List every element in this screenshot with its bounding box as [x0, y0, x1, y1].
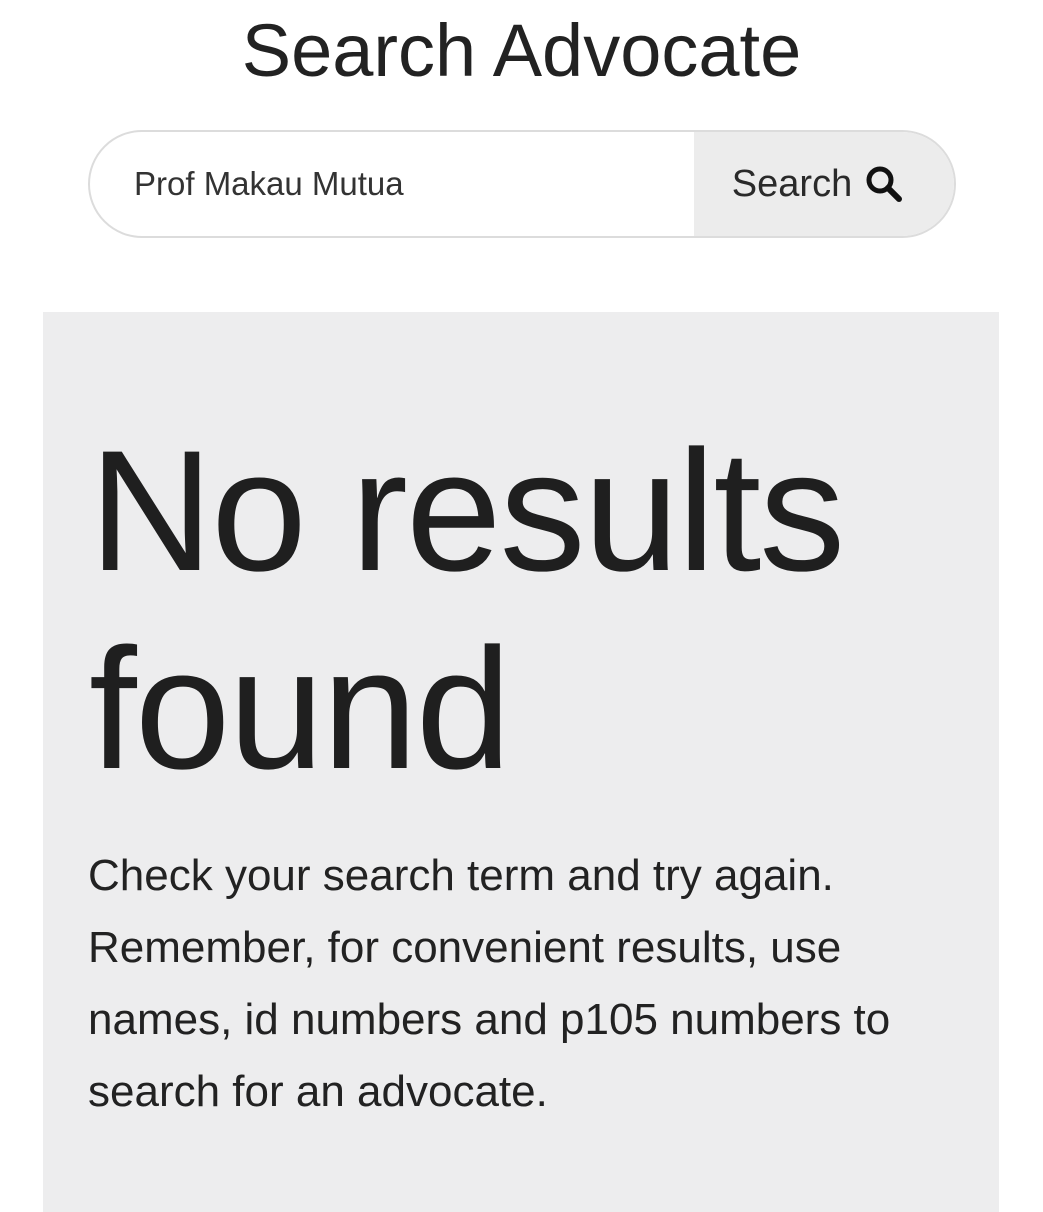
- results-panel: No results found Check your search term …: [43, 312, 999, 1212]
- search-input[interactable]: [90, 132, 694, 236]
- page-title: Search Advocate: [241, 9, 802, 92]
- no-results-heading: No results found: [89, 415, 845, 805]
- no-results-help-text: Check your search term and try again. Re…: [88, 851, 891, 1116]
- search-icon: [864, 164, 904, 204]
- search-button[interactable]: Search: [694, 132, 954, 236]
- search-button-label: Search: [731, 162, 853, 205]
- search-bar: Search: [88, 130, 956, 238]
